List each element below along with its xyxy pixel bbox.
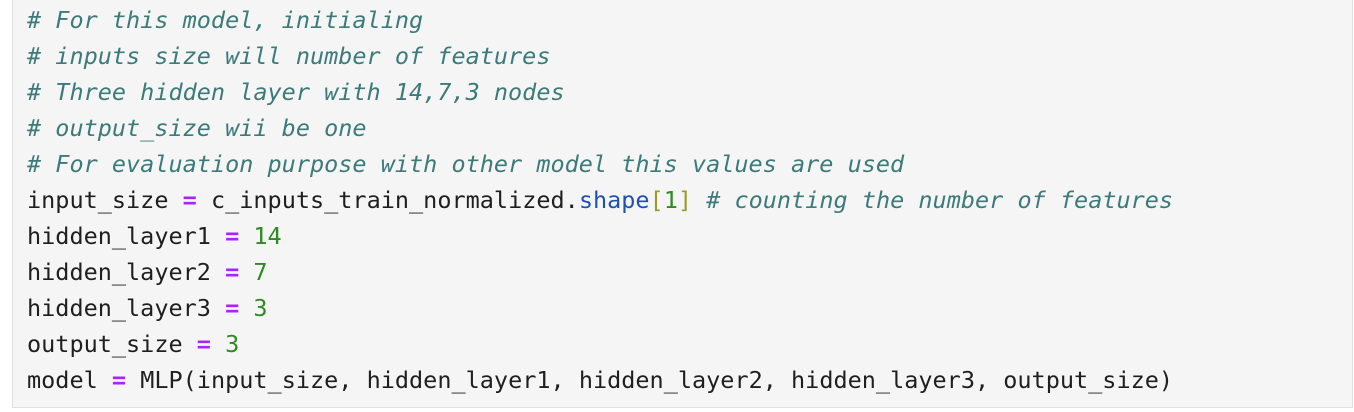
comment: # inputs size will number of features [27, 42, 551, 70]
number-literal: 14 [253, 222, 282, 250]
comment: # For this model, initialing [27, 6, 424, 34]
index-number: 1 [663, 186, 678, 214]
code-line: # inputs size will number of features [27, 38, 1173, 74]
attribute-name: shape [578, 186, 650, 214]
number-literal: 3 [253, 294, 268, 322]
assign-operator: = [225, 294, 240, 322]
variable-name: model [27, 366, 98, 394]
code-line: hidden_layer2 = 7 [27, 254, 1173, 290]
inline-comment: # counting the number of features [706, 186, 1174, 214]
variable-name: hidden_layer1 [27, 222, 211, 250]
function-call: MLP(input_size, hidden_layer1, hidden_la… [140, 366, 1174, 394]
assign-operator: = [111, 366, 127, 394]
comment: # Three hidden layer with 14,7,3 nodes [27, 78, 565, 106]
close-bracket: ] [677, 186, 693, 214]
code-line: # For evaluation purpose with other mode… [27, 146, 1173, 182]
assign-operator: = [196, 330, 211, 358]
open-bracket: [ [649, 186, 664, 214]
variable-name: hidden_layer3 [27, 294, 211, 322]
comment: # output_size wii be one [27, 114, 367, 142]
code-line: hidden_layer1 = 14 [27, 218, 1173, 254]
code-cell[interactable]: # For this model, initialing # inputs siz… [12, 0, 1353, 408]
object-ref: c_inputs_train_normalized. [210, 186, 579, 214]
assign-operator: = [225, 258, 240, 286]
code-line: # output_size wii be one [27, 110, 1173, 146]
code-line: # Three hidden layer with 14,7,3 nodes [27, 74, 1173, 110]
variable-name: hidden_layer2 [27, 258, 211, 286]
number-literal: 7 [253, 258, 268, 286]
assign-operator: = [225, 222, 240, 250]
code-line: input_size = c_inputs_train_normalized.s… [27, 182, 1173, 218]
variable-name: input_size [27, 186, 169, 214]
comment: # For evaluation purpose with other mode… [27, 150, 905, 178]
code-editor[interactable]: # For this model, initialing # inputs siz… [27, 2, 1173, 398]
code-line: output_size = 3 [27, 326, 1173, 362]
variable-name: output_size [27, 330, 183, 358]
code-line: hidden_layer3 = 3 [27, 290, 1173, 326]
code-line: # For this model, initialing [27, 2, 1173, 38]
number-literal: 3 [225, 330, 240, 358]
code-line: model = MLP(input_size, hidden_layer1, h… [27, 362, 1173, 398]
assign-operator: = [182, 186, 197, 214]
